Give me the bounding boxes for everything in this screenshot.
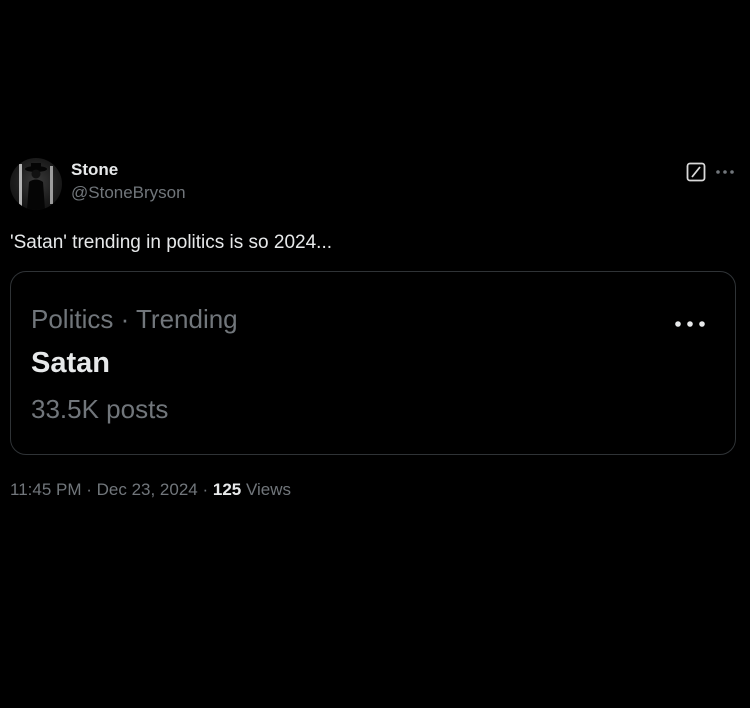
tweet-text: 'Satan' trending in politics is so 2024.…: [10, 232, 332, 253]
trend-context: Politics · Trending: [31, 304, 238, 334]
more-horizontal-icon[interactable]: [673, 317, 707, 335]
avatar[interactable]: [10, 158, 62, 210]
author-display-name[interactable]: Stone: [71, 160, 186, 180]
tweet-header: Stone @StoneBryson: [10, 155, 738, 211]
tweet-meta: 11:45 PM · Dec 23, 2024 · 125 Views: [10, 479, 738, 501]
grok-icon[interactable]: [686, 162, 706, 182]
tweet-time[interactable]: 11:45 PM: [10, 480, 82, 499]
meta-separator: ·: [197, 480, 213, 499]
views-count: 125: [212, 480, 242, 499]
trend-card[interactable]: Politics · Trending Satan 33.5K posts: [10, 271, 736, 455]
more-horizontal-icon[interactable]: [714, 162, 736, 182]
person-silhouette-icon: [19, 163, 53, 210]
header-actions: [686, 162, 736, 182]
screenshot: Stone @StoneBryson 'Satan' trending in p…: [0, 0, 750, 708]
tweet: Stone @StoneBryson 'Satan' trending in p…: [10, 155, 738, 501]
trend-post-count: 33.5K posts: [31, 394, 169, 424]
author-handle[interactable]: @StoneBryson: [71, 182, 186, 204]
meta-separator: ·: [81, 480, 97, 499]
trend-title: Satan: [31, 347, 110, 379]
author-names: Stone @StoneBryson: [71, 160, 186, 204]
tweet-date[interactable]: Dec 23, 2024: [97, 480, 198, 499]
views-label: Views: [245, 480, 292, 499]
